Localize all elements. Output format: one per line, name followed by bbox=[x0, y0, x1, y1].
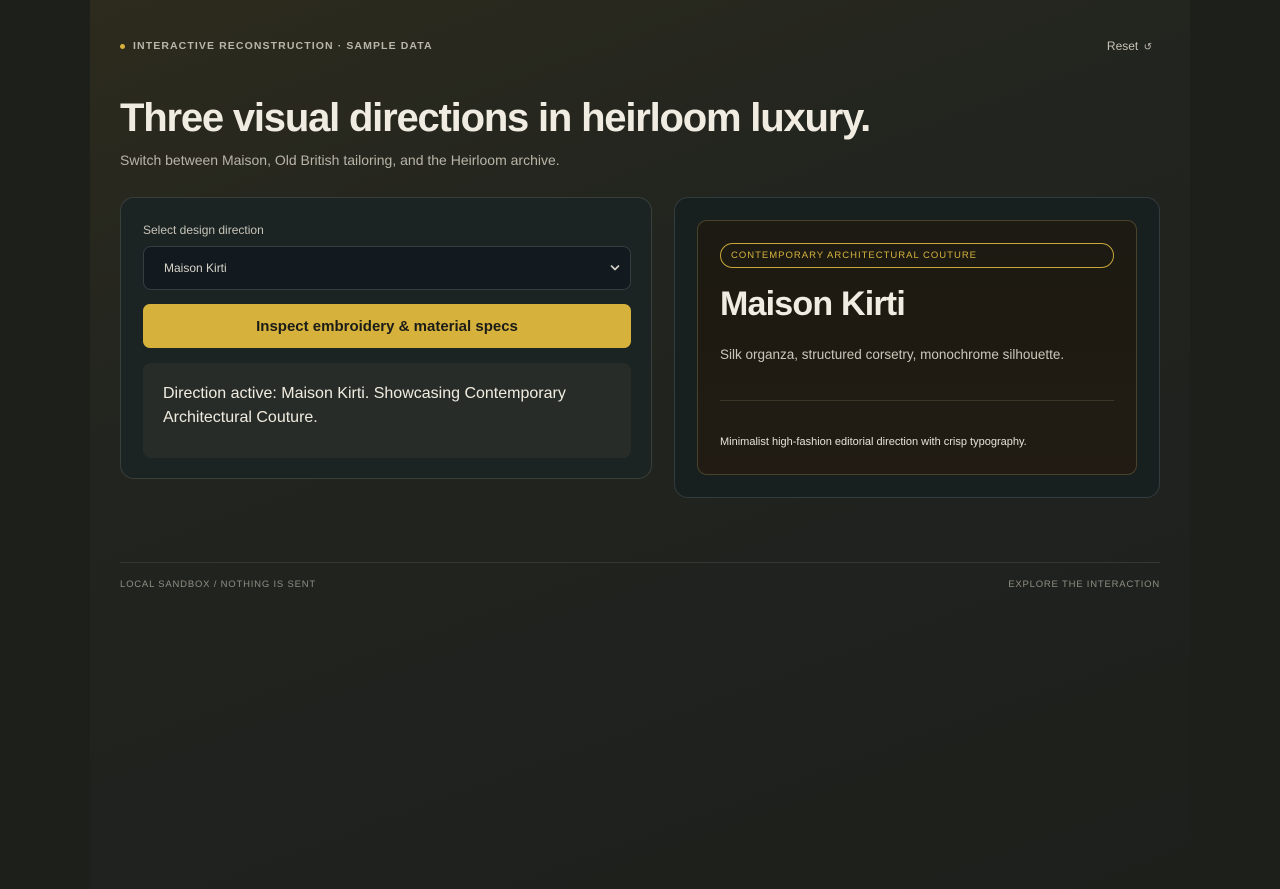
reset-button[interactable]: Reset ↺ bbox=[1107, 39, 1152, 53]
direction-note: Minimalist high-fashion editorial direct… bbox=[720, 436, 1027, 448]
eyebrow: INTERACTIVE RECONSTRUCTION · SAMPLE DATA bbox=[120, 40, 433, 52]
divider bbox=[720, 400, 1114, 401]
control-panel: Select design direction Maison Kirti Ins… bbox=[120, 197, 652, 479]
chevron-down-icon bbox=[610, 265, 620, 271]
eyebrow-label: INTERACTIVE RECONSTRUCTION · SAMPLE DATA bbox=[133, 40, 433, 52]
footer: LOCAL SANDBOX / NOTHING IS SENT EXPLORE … bbox=[120, 562, 1160, 590]
footer-right-link: EXPLORE THE INTERACTION bbox=[1008, 579, 1160, 590]
reset-label: Reset bbox=[1106, 39, 1139, 53]
brand-name: Maison Kirti bbox=[720, 285, 906, 323]
select-value: Maison Kirti bbox=[164, 261, 227, 275]
direction-select[interactable]: Maison Kirti bbox=[143, 246, 631, 290]
status-text: Direction active: Maison Kirti. Showcasi… bbox=[163, 385, 566, 426]
page-title: Three visual directions in heirloom luxu… bbox=[120, 96, 871, 140]
status-dot-icon bbox=[120, 43, 125, 49]
inspect-specs-button[interactable]: Inspect embroidery & material specs bbox=[143, 304, 631, 348]
preview-panel: CONTEMPORARY ARCHITECTURAL COUTURE Maiso… bbox=[674, 197, 1160, 498]
style-tag: CONTEMPORARY ARCHITECTURAL COUTURE bbox=[720, 243, 1114, 268]
status-message-box: Direction active: Maison Kirti. Showcasi… bbox=[143, 363, 631, 458]
page-subtitle: Switch between Maison, Old British tailo… bbox=[120, 152, 560, 168]
reset-icon: ↺ bbox=[1143, 42, 1152, 53]
materials-description: Silk organza, structured corsetry, monoc… bbox=[720, 347, 1065, 362]
footer-left-note: LOCAL SANDBOX / NOTHING IS SENT bbox=[120, 579, 317, 590]
direction-card: CONTEMPORARY ARCHITECTURAL COUTURE Maiso… bbox=[697, 220, 1137, 475]
top-bar: INTERACTIVE RECONSTRUCTION · SAMPLE DATA… bbox=[120, 39, 1160, 56]
select-label: Select design direction bbox=[143, 223, 264, 237]
